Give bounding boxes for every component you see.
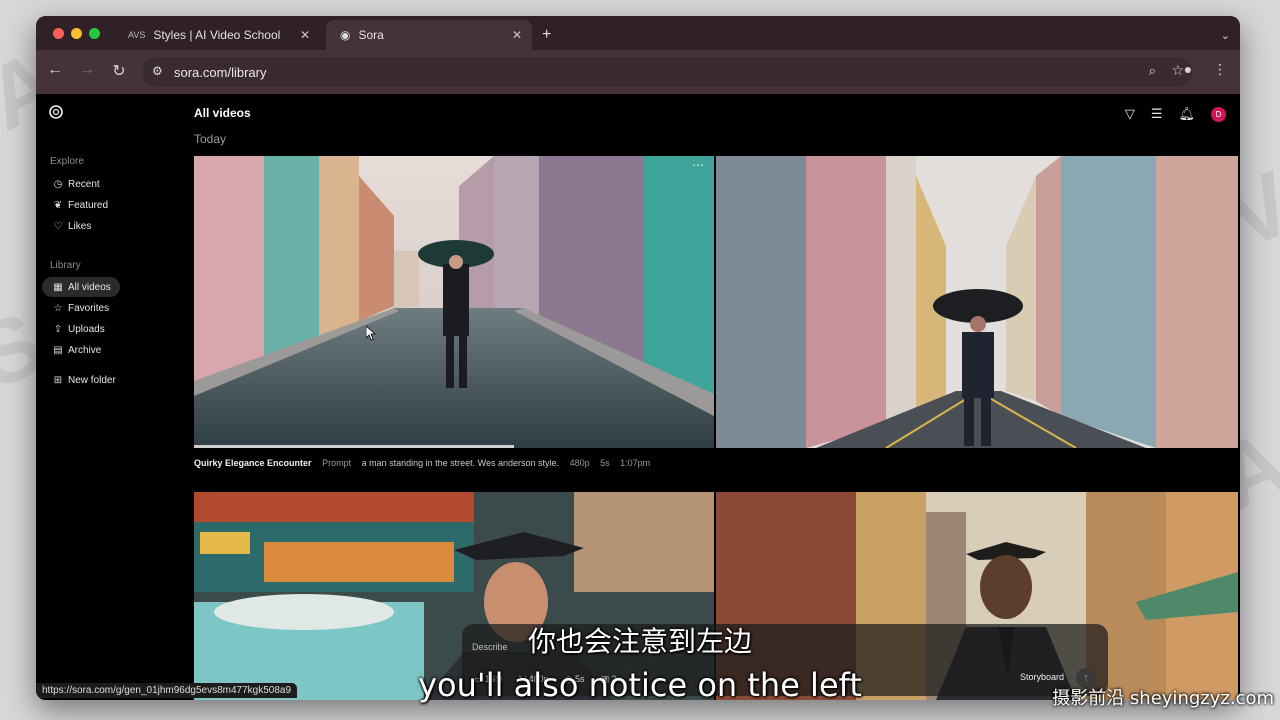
sidebar-item-favorites[interactable]: ☆ Favorites [42, 298, 120, 318]
video-caption: Quirky Elegance Encounter Prompt a man s… [194, 458, 658, 468]
subtitle-chinese: 你也会注意到左边 [527, 625, 752, 658]
back-arrow-icon[interactable]: ← [45, 61, 65, 79]
sidebar-item-label: Featured [68, 199, 109, 211]
close-tab-icon[interactable]: ✕ [512, 28, 522, 42]
tab-ai-video-school[interactable]: AVS Styles | AI Video School ✕ [114, 20, 320, 50]
star-icon: ☆ [53, 302, 63, 314]
sidebar-item-likes[interactable]: ♡ Likes [42, 216, 120, 236]
browser-window: AVS Styles | AI Video School ✕ ◉ Sora ✕ … [36, 16, 1240, 700]
explore-section-label: Explore [50, 156, 84, 167]
site-watermark: 摄影前沿 sheyingzyz.com [1052, 688, 1274, 709]
bell-icon[interactable]: 🔔︎ [1178, 106, 1195, 122]
sidebar-item-label: Archive [68, 344, 102, 356]
close-window-button[interactable] [53, 28, 64, 39]
video-title[interactable]: Quirky Elegance Encounter [194, 458, 312, 468]
duration-value: 5s [600, 458, 610, 468]
main-content: All videos Today ▽ ☰ 🔔︎ D ⋯ Quirky Elega… [194, 94, 1240, 700]
page-title: All videos [194, 106, 251, 120]
profile-icon[interactable]: ● [1178, 61, 1198, 77]
url-text: sora.com/library [174, 65, 267, 80]
grid-icon: ▦ [53, 281, 63, 293]
tab-label: Sora [358, 28, 384, 42]
sidebar-item-label: Likes [68, 220, 92, 232]
sidebar-item-uploads[interactable]: ⇪ Uploads [42, 319, 120, 339]
prompt-text: a man standing in the street. Wes anders… [361, 458, 560, 468]
tab-search-chevron-icon[interactable]: ⌄ [1221, 20, 1230, 50]
sidebar-item-label: Recent [68, 178, 100, 190]
created-time: 1:07pm [620, 458, 651, 468]
sidebar-item-label: Favorites [68, 302, 110, 314]
archive-icon: ▤ [53, 344, 63, 356]
site-settings-icon[interactable]: ⚙ [152, 64, 163, 78]
forward-arrow-icon[interactable]: → [77, 61, 97, 79]
laurel-icon: ❦ [53, 199, 63, 211]
new-folder-button[interactable]: ⊞ New folder [42, 370, 132, 390]
sora-app: Explore ◷ Recent ❦ Featured ♡ Likes Libr… [36, 94, 1240, 700]
sidebar-item-label: Uploads [68, 323, 105, 335]
minimize-window-button[interactable] [71, 28, 82, 39]
openai-logo-icon[interactable] [48, 104, 64, 120]
sidebar-item-recent[interactable]: ◷ Recent [42, 174, 120, 194]
sidebar-item-archive[interactable]: ▤ Archive [42, 340, 120, 360]
library-section-label: Library [50, 260, 81, 271]
zoom-icon[interactable]: ⌕ [1149, 63, 1156, 79]
mouse-cursor-icon [366, 326, 376, 340]
upload-icon: ⇪ [53, 323, 63, 335]
header-actions: ▽ ☰ 🔔︎ D [1125, 106, 1226, 122]
resolution-value: 480p [569, 458, 590, 468]
layout-list-icon[interactable]: ☰ [1151, 106, 1163, 122]
more-options-icon[interactable]: ⋯ [692, 158, 704, 172]
avatar[interactable]: D [1211, 106, 1226, 122]
video-thumbnail[interactable] [716, 156, 1238, 448]
video-thumbnail[interactable]: ⋯ [194, 156, 714, 448]
filter-icon[interactable]: ▽ [1125, 106, 1135, 122]
address-bar[interactable]: ⚙ sora.com/library ⌕ ☆ [142, 57, 1192, 87]
new-folder-label: New folder [68, 374, 116, 386]
sidebar: Explore ◷ Recent ❦ Featured ♡ Likes Libr… [36, 94, 188, 700]
sidebar-item-label: All videos [68, 281, 111, 293]
sidebar-item-featured[interactable]: ❦ Featured [42, 195, 120, 215]
reload-icon[interactable]: ↻ [109, 61, 129, 81]
sidebar-item-all-videos[interactable]: ▦ All videos [42, 277, 120, 297]
maximize-window-button[interactable] [89, 28, 100, 39]
folder-plus-icon: ⊞ [53, 374, 63, 386]
avs-favicon-icon: AVS [128, 30, 146, 40]
sora-icon: ◉ [340, 28, 351, 42]
tab-sora[interactable]: ◉ Sora ✕ [326, 20, 532, 50]
new-tab-button[interactable]: + [542, 20, 562, 50]
date-group-heading: Today [194, 132, 227, 146]
tab-bar: AVS Styles | AI Video School ✕ ◉ Sora ✕ … [36, 16, 1240, 50]
heart-icon: ♡ [53, 220, 63, 232]
clock-icon: ◷ [53, 178, 63, 190]
close-tab-icon[interactable]: ✕ [300, 28, 310, 42]
tab-label: Styles | AI Video School [153, 28, 281, 42]
browser-toolbar: ← → ↻ ⚙ sora.com/library ⌕ ☆ ● ⋮ [36, 50, 1240, 94]
prompt-label: Prompt [322, 458, 352, 468]
menu-kebab-icon[interactable]: ⋮ [1210, 61, 1230, 78]
